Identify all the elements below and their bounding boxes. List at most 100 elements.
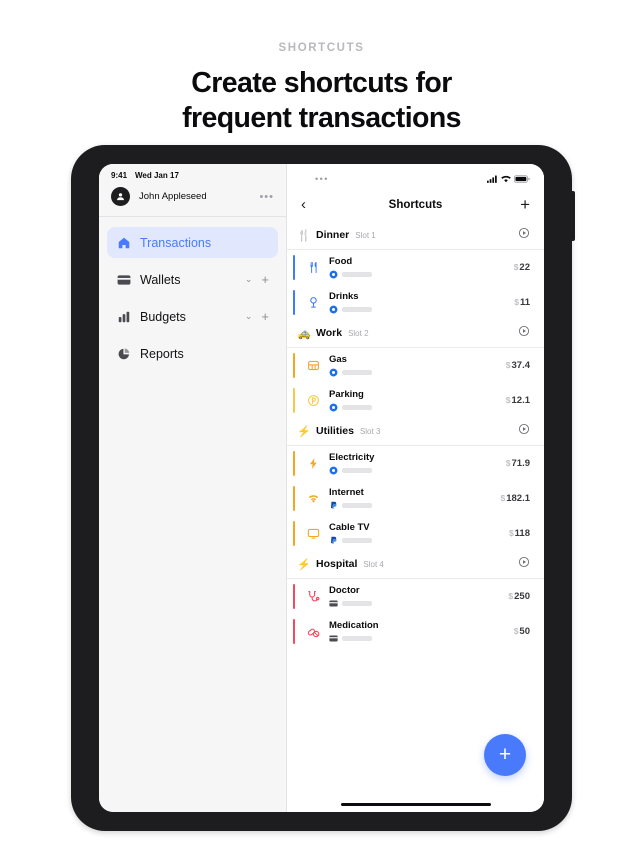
amount-value: 182.1 (506, 493, 530, 504)
play-circle-icon[interactable] (518, 226, 530, 244)
slot-emoji-icon: 🍴 (297, 229, 311, 242)
add-shortcut-button[interactable]: + (510, 196, 530, 213)
shortcut-row[interactable]: Medication $50 (287, 614, 544, 649)
home-icon (116, 235, 131, 250)
redacted-account-pill (342, 370, 372, 376)
shortcuts-navbar: ‹ Shortcuts + (287, 190, 544, 222)
slot-number-label: Slot 1 (355, 230, 376, 240)
promo-eyebrow: SHORTCUTS (278, 42, 365, 54)
paypal-icon (329, 501, 338, 510)
page-title: Create shortcuts for frequent transactio… (0, 66, 643, 136)
shortcut-title: Doctor (329, 584, 360, 596)
amount-value: 118 (514, 528, 530, 539)
currency-symbol: $ (514, 297, 519, 307)
play-circle-icon[interactable] (518, 422, 530, 440)
row-meta (329, 466, 506, 475)
redacted-account-pill (342, 636, 372, 642)
redacted-account-pill (342, 307, 372, 313)
amount-value: 71.9 (511, 458, 531, 469)
promo-title-line-2: frequent transactions (182, 101, 461, 134)
slot-emoji-icon: ⚡ (297, 425, 311, 438)
credit-card-icon (329, 634, 338, 643)
home-indicator (340, 803, 491, 806)
add-transaction-fab[interactable]: + (484, 734, 526, 776)
amount-value: 37.4 (511, 360, 531, 371)
sidebar-item-controls: ⌄ + (245, 273, 269, 286)
shortcut-title: Electricity (329, 451, 375, 463)
currency-symbol: $ (505, 360, 511, 370)
slot-number-label: Slot 2 (348, 328, 369, 338)
play-circle-icon[interactable] (518, 324, 530, 342)
account-more-icon[interactable]: ••• (259, 191, 274, 202)
row-content: Electricity (329, 452, 506, 475)
shortcut-row[interactable]: Internet $182.1 (287, 481, 544, 516)
slot-header[interactable]: ⚡ Utilities Slot 3 (287, 418, 544, 445)
slot-header[interactable]: 🍴 Dinner Slot 1 (287, 222, 544, 249)
shortcut-row[interactable]: Parking $12.1 (287, 383, 544, 418)
shortcut-row[interactable]: Drinks $11 (287, 285, 544, 320)
shortcut-amount: $50 (514, 626, 530, 637)
sidebar-item-label: Budgets (140, 309, 186, 324)
redacted-account-pill (342, 272, 372, 278)
chevron-down-icon[interactable]: ⌄ (245, 274, 253, 285)
row-meta (329, 270, 514, 279)
promo-header: SHORTCUTS Create shortcuts for frequent … (0, 0, 643, 136)
shortcut-amount: $22 (514, 262, 530, 273)
shortcut-title: Parking (329, 388, 364, 400)
redacted-account-pill (342, 538, 372, 544)
row-accent-bar (293, 521, 295, 546)
back-button[interactable]: ‹ (301, 196, 321, 213)
slot-name: Utilities (316, 425, 354, 437)
account-name: John Appleseed (139, 191, 207, 202)
slot-header[interactable]: ⚡ Hospital Slot 4 (287, 551, 544, 578)
status-indicators (487, 170, 530, 188)
battery-icon (514, 170, 530, 188)
currency-symbol: $ (505, 458, 511, 468)
row-accent-bar (293, 451, 295, 476)
shortcut-row[interactable]: Doctor $250 (287, 579, 544, 614)
sidebar-item-budgets[interactable]: Budgets ⌄ + (107, 301, 278, 332)
shortcut-row[interactable]: Food $22 (287, 250, 544, 285)
sidebar-item-transactions[interactable]: Transactions (107, 227, 278, 258)
slot-number-label: Slot 4 (363, 559, 384, 569)
shortcut-row[interactable]: Electricity $71.9 (287, 446, 544, 481)
slot-name: Work (316, 327, 343, 339)
row-accent-bar (293, 584, 295, 609)
row-content: Cable TV (329, 522, 509, 545)
currency-symbol: $ (513, 262, 519, 272)
slot-header[interactable]: 🚕 Work Slot 2 (287, 320, 544, 347)
window-grabber-icon[interactable]: ••• (315, 175, 329, 184)
slot-rows: Doctor $250 Medication $50 (287, 578, 544, 649)
add-wallet-button[interactable]: + (261, 273, 269, 286)
row-accent-bar (293, 290, 295, 315)
bar-chart-icon (116, 309, 131, 324)
wifi-icon (305, 491, 321, 507)
status-bar-left: 9:41 Wed Jan 17 (99, 164, 286, 183)
row-content: Parking (329, 389, 506, 412)
device-side-button[interactable] (571, 191, 575, 241)
stethoscope-icon (305, 589, 321, 605)
status-time: 9:41 (111, 171, 128, 180)
sidebar-item-wallets[interactable]: Wallets ⌄ + (107, 264, 278, 295)
row-content: Drinks (329, 291, 514, 314)
blue-circle-card-icon (329, 368, 338, 377)
shortcut-amount: $182.1 (500, 493, 530, 504)
paypal-icon (329, 536, 338, 545)
sidebar: 9:41 Wed Jan 17 John Appleseed ••• Trans… (99, 164, 287, 812)
add-budget-button[interactable]: + (261, 310, 269, 323)
credit-card-icon (329, 599, 338, 608)
status-date: Wed Jan 17 (135, 171, 179, 180)
slot-name: Dinner (316, 229, 350, 241)
slot-rows: Electricity $71.9 Internet $182.1 Cable TV $1… (287, 445, 544, 551)
chevron-down-icon[interactable]: ⌄ (245, 311, 253, 322)
row-accent-bar (293, 486, 295, 511)
shortcut-title: Cable TV (329, 521, 370, 533)
shortcut-row[interactable]: Cable TV $118 (287, 516, 544, 551)
sidebar-nav: Transactions Wallets ⌄ + Budgets ⌄ + Rep… (99, 217, 286, 375)
shortcut-row[interactable]: Gas $37.4 (287, 348, 544, 383)
play-circle-icon[interactable] (518, 555, 530, 573)
amount-value: 250 (514, 591, 530, 602)
sidebar-item-reports[interactable]: Reports (107, 338, 278, 369)
shortcut-amount: $71.9 (506, 458, 530, 469)
account-row[interactable]: John Appleseed ••• (99, 183, 286, 217)
